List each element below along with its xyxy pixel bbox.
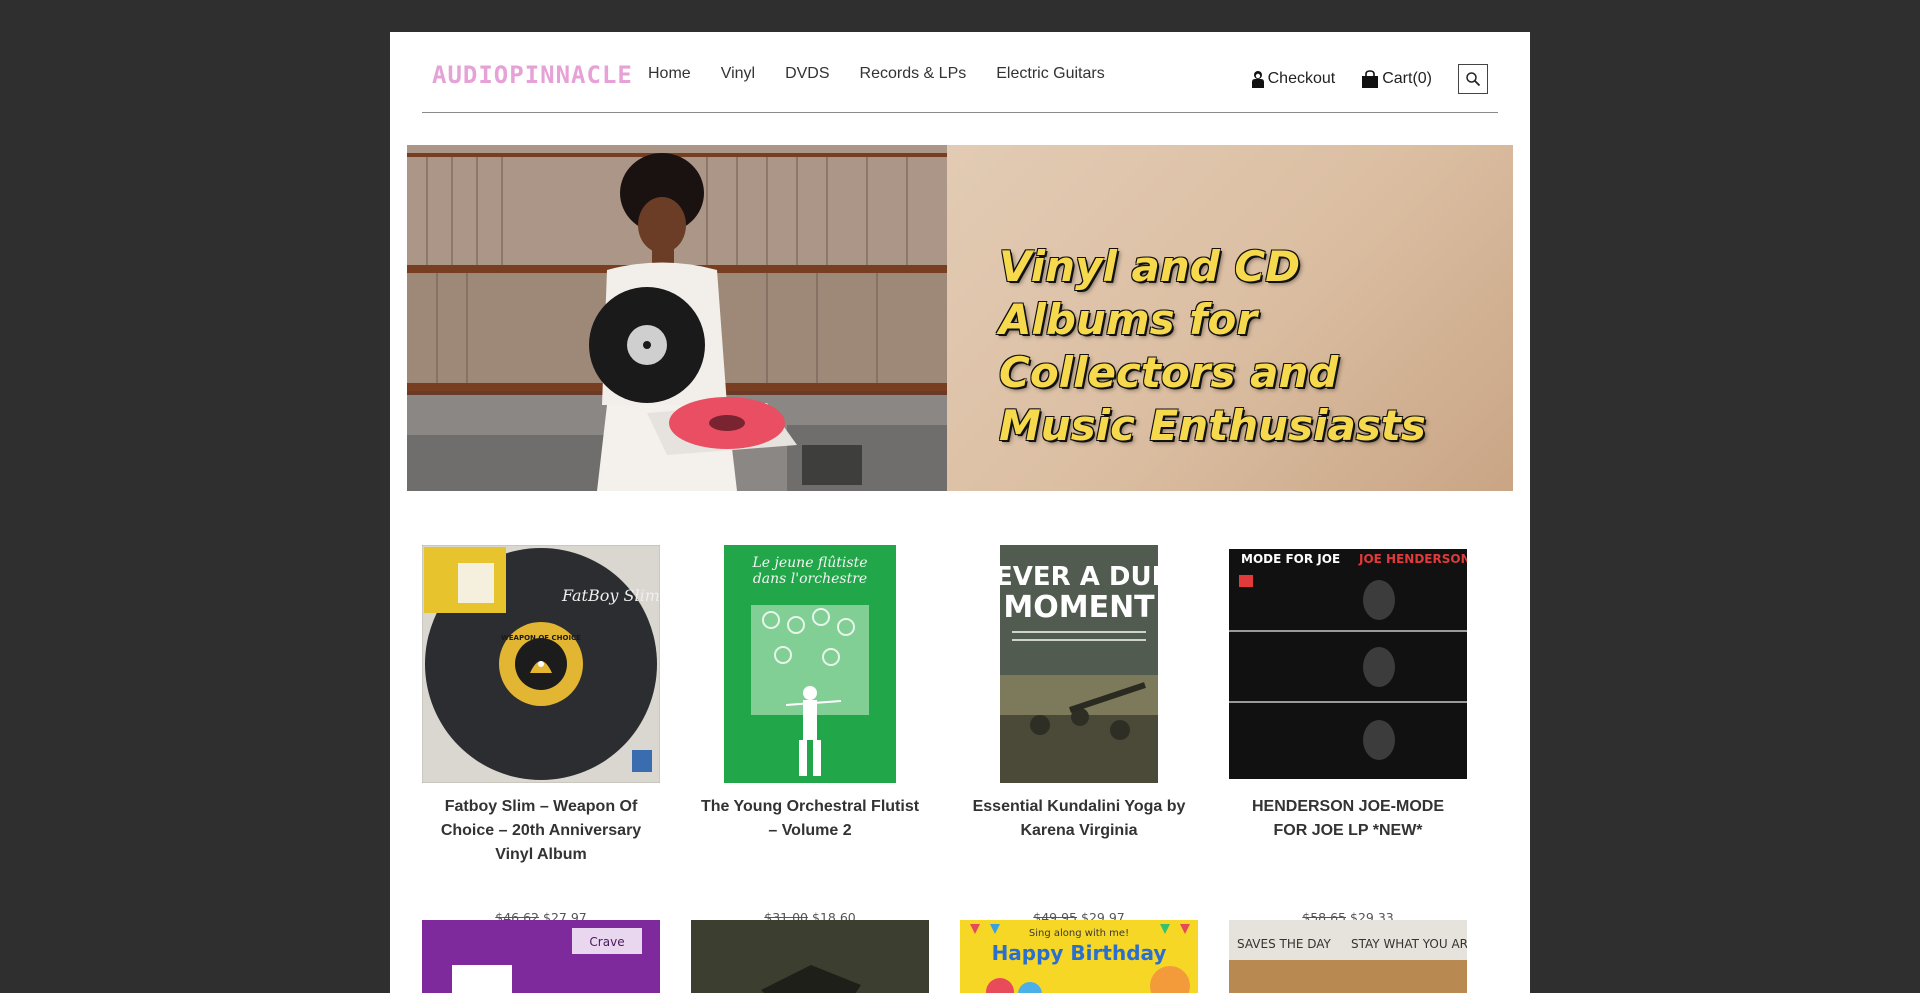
site-logo[interactable]: AudioPinnacle — [432, 61, 633, 89]
cover-subtitle: STAY WHAT YOU ARE — [1351, 937, 1467, 951]
hero-title: Vinyl and CD Albums for Collectors and M… — [999, 242, 1426, 450]
product-image[interactable]: Sing along with me! Happy Birthday — [960, 920, 1198, 993]
product-image[interactable]: Le jeune flûtiste dans l'orchestre — [691, 545, 929, 783]
checkout-label: Checkout — [1267, 70, 1336, 87]
nav-electric-guitars[interactable]: Electric Guitars — [996, 65, 1104, 83]
product-image[interactable]: NEVER A DULL MOMENT — [960, 545, 1198, 783]
cart-label: Cart(0) — [1382, 70, 1432, 87]
product-card[interactable]: NEVER A DULL MOMENT Essential Kundalini … — [960, 545, 1198, 925]
svg-text:dans l'orchestre: dans l'orchestre — [753, 571, 867, 587]
site-header: AudioPinnacle Home Vinyl DVDS Records & … — [422, 32, 1498, 113]
header-actions: Checkout Cart(0) — [1251, 64, 1488, 94]
cover-text: Happy Birthday — [992, 941, 1167, 965]
main-nav: Home Vinyl DVDS Records & LPs Electric G… — [648, 65, 1135, 83]
nav-vinyl[interactable]: Vinyl — [721, 65, 755, 83]
product-card[interactable]: WEAPON OF CHOICE FatBoy Slim Fatboy Slim… — [421, 544, 661, 925]
product-image[interactable]: SAVES THE DAY STAY WHAT YOU ARE — [1229, 920, 1467, 993]
cover-text: SAVES THE DAY — [1237, 937, 1332, 951]
search-icon — [1466, 72, 1481, 87]
product-image[interactable]: Crave — [422, 920, 660, 993]
product-title[interactable]: Essential Kundalini Yoga by Karena Virgi… — [960, 795, 1198, 843]
cover-text: Crave — [589, 935, 624, 949]
product-card[interactable]: MODE FOR JOE JOE HENDERSON HENDERSON JOE… — [1229, 545, 1471, 925]
svg-text:Le jeune flûtiste: Le jeune flûtiste — [752, 555, 868, 571]
svg-text:MODE FOR JOE: MODE FOR JOE — [1241, 552, 1340, 566]
shopping-bag-icon — [1362, 70, 1379, 88]
hero-text-panel: Vinyl and CD Albums for Collectors and M… — [947, 145, 1513, 491]
product-title[interactable]: HENDERSON JOE-MODE FOR JOE LP *NEW* — [1229, 795, 1467, 843]
product-image[interactable] — [691, 920, 929, 993]
nav-home[interactable]: Home — [648, 65, 691, 83]
product-card[interactable]: Le jeune flûtiste dans l'orchestre The Y… — [691, 545, 929, 925]
svg-text:WEAPON OF CHOICE: WEAPON OF CHOICE — [501, 634, 581, 642]
checkout-link[interactable]: Checkout — [1251, 70, 1336, 88]
hero-banner[interactable]: Vinyl and CD Albums for Collectors and M… — [407, 145, 1513, 491]
svg-text:NEVER A DULL: NEVER A DULL — [973, 562, 1184, 592]
product-image[interactable]: MODE FOR JOE JOE HENDERSON — [1229, 545, 1471, 783]
nav-dvds[interactable]: DVDS — [785, 65, 829, 83]
page: AudioPinnacle Home Vinyl DVDS Records & … — [390, 32, 1530, 993]
svg-text:MOMENT: MOMENT — [1003, 590, 1155, 625]
product-title[interactable]: Fatboy Slim – Weapon Of Choice – 20th An… — [422, 795, 660, 867]
product-title[interactable]: The Young Orchestral Flutist – Volume 2 — [691, 795, 929, 843]
cover-subtitle: Sing along with me! — [1029, 928, 1129, 939]
person-icon — [1251, 71, 1264, 88]
svg-text:JOE HENDERSON: JOE HENDERSON — [1358, 552, 1467, 566]
nav-records-lps[interactable]: Records & LPs — [860, 65, 967, 83]
cart-link[interactable]: Cart(0) — [1361, 70, 1432, 88]
svg-text:FatBoy Slim: FatBoy Slim — [561, 586, 660, 605]
product-image[interactable]: WEAPON OF CHOICE FatBoy Slim — [421, 544, 661, 784]
search-button[interactable] — [1458, 64, 1488, 94]
hero-photo — [407, 145, 947, 491]
